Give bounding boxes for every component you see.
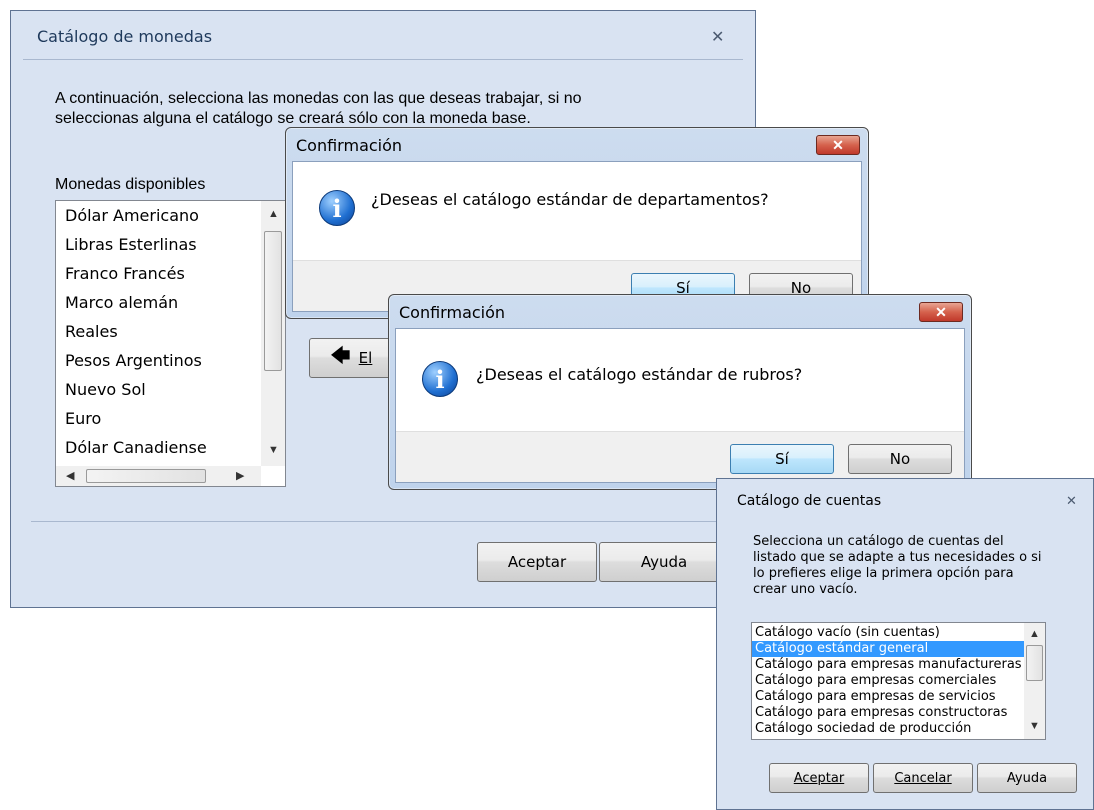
no-button[interactable]: No: [848, 444, 952, 474]
cuentas-dialog: Catálogo de cuentas ✕ Selecciona un catá…: [716, 478, 1094, 810]
confirm-title: Confirmación: [296, 136, 403, 155]
monedas-footer-divider: [31, 521, 735, 522]
list-item[interactable]: Franco Francés: [56, 259, 261, 288]
scroll-right-icon[interactable]: ▶: [236, 471, 244, 482]
close-icon[interactable]: ✕: [1066, 493, 1077, 509]
confirm-dialog-departamentos: Confirmación ✕ i ¿Deseas el catálogo est…: [285, 127, 869, 319]
cuentas-list[interactable]: Catálogo vacío (sin cuentas) Catálogo es…: [751, 622, 1046, 740]
confirm-message: ¿Deseas el catálogo estándar de rubros?: [476, 365, 803, 384]
yes-button[interactable]: Sí: [730, 444, 834, 474]
monedas-instructions: A continuación, selecciona las monedas c…: [55, 90, 582, 127]
list-item[interactable]: Catálogo para empresas de servicios: [752, 689, 1024, 705]
aceptar-button[interactable]: Aceptar: [477, 542, 597, 582]
eliminar-label: El: [358, 349, 373, 367]
cuentas-instructions: Selecciona un catálogo de cuentas del li…: [753, 534, 1042, 597]
list-item[interactable]: Catálogo para empresas constructoras: [752, 705, 1024, 721]
confirm-client: i ¿Deseas el catálogo estándar de rubros…: [395, 328, 965, 483]
eliminar-button[interactable]: 🡄 El: [309, 338, 399, 378]
scroll-down-icon[interactable]: ▼: [1029, 721, 1040, 732]
list-label-text: Monedas disponibles: [55, 176, 206, 193]
list-item[interactable]: Catálogo para empresas manufactureras: [752, 657, 1024, 673]
close-icon[interactable]: ✕: [711, 27, 724, 47]
horizontal-scrollbar[interactable]: ◀ ▶: [56, 466, 261, 486]
hscroll-thumb[interactable]: [86, 469, 206, 483]
scroll-up-icon[interactable]: ▲: [1029, 629, 1040, 640]
list-item[interactable]: Catálogo sociedad de producción: [752, 721, 1024, 737]
scroll-left-icon[interactable]: ◀: [66, 471, 74, 482]
close-icon[interactable]: ✕: [919, 302, 963, 322]
list-item[interactable]: Dólar Canadiense: [56, 433, 261, 462]
confirm-client: i ¿Deseas el catálogo estándar de depart…: [292, 161, 862, 312]
scroll-thumb[interactable]: [264, 231, 282, 371]
confirm-message: ¿Deseas el catálogo estándar de departam…: [371, 190, 769, 209]
vertical-scrollbar[interactable]: ▲ ▼: [261, 201, 285, 466]
aceptar-label: Aceptar: [507, 553, 567, 571]
list-item[interactable]: Reales: [56, 317, 261, 346]
confirm-dialog-rubros: Confirmación ✕ i ¿Deseas el catálogo est…: [388, 294, 972, 490]
list-item[interactable]: Catálogo para empresas comerciales: [752, 673, 1024, 689]
list-item[interactable]: Dólar Americano: [56, 201, 261, 230]
scroll-thumb[interactable]: [1026, 645, 1043, 681]
cuentas-title: Catálogo de cuentas: [737, 493, 882, 509]
confirm-footer: Sí No: [396, 431, 964, 482]
aceptar-button[interactable]: Aceptar: [769, 763, 869, 793]
list-item[interactable]: Nuevo Sol: [56, 375, 261, 404]
scroll-down-icon[interactable]: ▼: [268, 445, 279, 456]
cancelar-label: Cancelar: [894, 770, 952, 786]
aceptar-label: Aceptar: [793, 770, 845, 786]
confirm-title: Confirmación: [399, 303, 506, 322]
cancelar-button[interactable]: Cancelar: [873, 763, 973, 793]
monedas-list-label: Monedas disponibles: [55, 176, 205, 194]
info-icon: i: [319, 190, 355, 226]
list-item[interactable]: Euro: [56, 404, 261, 433]
list-item[interactable]: Catálogo vacío (sin cuentas): [752, 625, 1024, 641]
info-icon: i: [422, 361, 458, 397]
vertical-scrollbar[interactable]: ▲ ▼: [1024, 623, 1045, 739]
scroll-up-icon[interactable]: ▲: [268, 209, 279, 220]
monedas-list-items: Dólar Americano Libras Esterlinas Franco…: [56, 201, 261, 462]
monedas-list[interactable]: Dólar Americano Libras Esterlinas Franco…: [55, 200, 286, 487]
ayuda-label: Ayuda: [640, 553, 688, 571]
monedas-title-divider: [23, 59, 743, 60]
list-item[interactable]: Pesos Argentinos: [56, 346, 261, 375]
monedas-title: Catálogo de monedas: [37, 27, 213, 46]
close-icon[interactable]: ✕: [816, 135, 860, 155]
yes-label: Sí: [775, 450, 789, 468]
ayuda-label: Ayuda: [1006, 770, 1048, 786]
arrow-left-icon: 🡄: [330, 343, 351, 367]
list-item-selected[interactable]: Catálogo estándar general: [752, 641, 1024, 657]
ayuda-button[interactable]: Ayuda: [977, 763, 1077, 793]
list-item[interactable]: Marco alemán: [56, 288, 261, 317]
ayuda-button[interactable]: Ayuda: [599, 542, 729, 582]
list-item[interactable]: Libras Esterlinas: [56, 230, 261, 259]
cuentas-list-items: Catálogo vacío (sin cuentas) Catálogo es…: [752, 625, 1024, 737]
no-label: No: [889, 450, 911, 468]
